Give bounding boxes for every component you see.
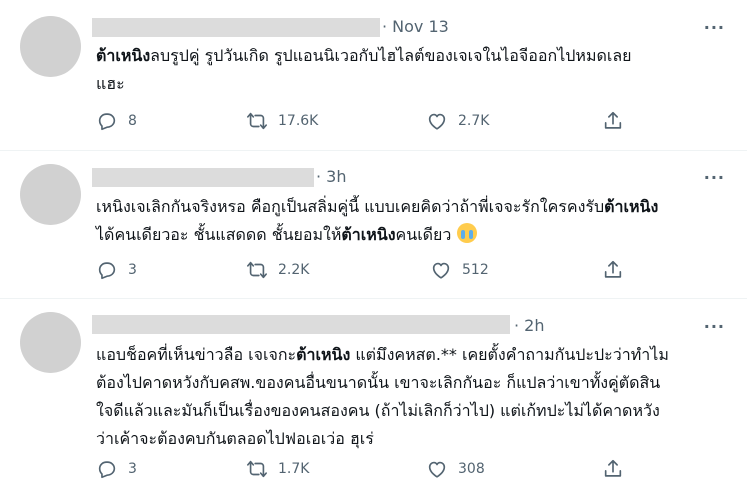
more-options-icon[interactable]: ··· [704, 168, 725, 187]
tweet-text: แอบช็อคที่เห็นข่าวลือ เจเจกะต้าเหนิง แต่… [96, 345, 669, 448]
like-count: 2.7K [458, 113, 490, 129]
retweet-count: 2.2K [278, 262, 310, 278]
retweet-button[interactable]: 1.7K [246, 456, 309, 482]
like-icon [428, 113, 446, 130]
retweet-button[interactable]: 2.2K [246, 257, 309, 283]
reply-icon [98, 461, 116, 479]
avatar[interactable] [20, 312, 81, 373]
mention-text: ต้าเหนิง [96, 46, 151, 65]
tweet-text: เหนิงเจเลิกกันจริงหรอ คือกูเป็นสลิ่มคู่น… [96, 197, 659, 244]
redacted-username [92, 315, 510, 334]
tweet[interactable]: · 3h ··· เหนิงเจเลิกกันจริงหรอ คือกูเป็น… [0, 151, 747, 298]
retweet-icon [247, 112, 267, 130]
reply-icon [98, 113, 116, 131]
retweet-icon [247, 261, 267, 279]
share-icon [604, 260, 622, 278]
avatar[interactable] [20, 164, 81, 225]
tweet-actions: 8 17.6K 2.7K [96, 108, 636, 134]
like-count: 308 [458, 461, 485, 477]
avatar[interactable] [20, 16, 81, 77]
more-options-icon[interactable]: ··· [704, 18, 725, 37]
retweet-count: 1.7K [278, 461, 310, 477]
reply-button[interactable]: 3 [96, 257, 137, 283]
redacted-username [92, 168, 314, 187]
like-icon [432, 262, 450, 279]
timestamp[interactable]: · 3h [316, 167, 347, 186]
reply-button[interactable]: 8 [96, 108, 137, 134]
tweet-actions: 3 2.2K 512 [96, 257, 636, 283]
reply-button[interactable]: 3 [96, 456, 137, 482]
tweet[interactable]: · 2h ··· แอบช็อคที่เห็นข่าวลือ เจเจกะต้า… [0, 299, 747, 492]
share-icon [604, 459, 622, 477]
retweet-button[interactable]: 17.6K [246, 108, 318, 134]
reply-count: 8 [128, 113, 137, 129]
reply-icon [98, 262, 116, 280]
tweet[interactable]: · Nov 13 ··· ต้าเหนิงลบรูปคู่ รูปวันเกิด… [0, 0, 747, 150]
timestamp[interactable]: · 2h [514, 316, 545, 335]
like-button[interactable]: 308 [426, 456, 485, 482]
mention-text: ต้าเหนิง [604, 197, 659, 216]
tweet-actions: 3 1.7K 308 [96, 456, 636, 482]
retweet-count: 17.6K [278, 113, 319, 129]
mention-text: ต้าเหนิง [341, 225, 396, 244]
more-options-icon[interactable]: ··· [704, 317, 725, 336]
like-button[interactable]: 512 [430, 257, 489, 283]
share-button[interactable] [602, 257, 624, 283]
mention-text: ต้าเหนิง [296, 345, 351, 364]
share-button[interactable] [602, 108, 624, 134]
timestamp[interactable]: · Nov 13 [382, 17, 449, 36]
like-icon [428, 461, 446, 478]
share-icon [604, 111, 622, 129]
like-button[interactable]: 2.7K [426, 108, 489, 134]
tweet-text: ต้าเหนิงลบรูปคู่ รูปวันเกิด รูปแอนนิเวอก… [96, 46, 632, 93]
share-button[interactable] [602, 456, 624, 482]
retweet-icon [247, 460, 267, 478]
like-count: 512 [462, 262, 489, 278]
redacted-username [92, 18, 380, 37]
loudly-crying-face-emoji [456, 223, 477, 243]
reply-count: 3 [128, 262, 137, 278]
reply-count: 3 [128, 461, 137, 477]
